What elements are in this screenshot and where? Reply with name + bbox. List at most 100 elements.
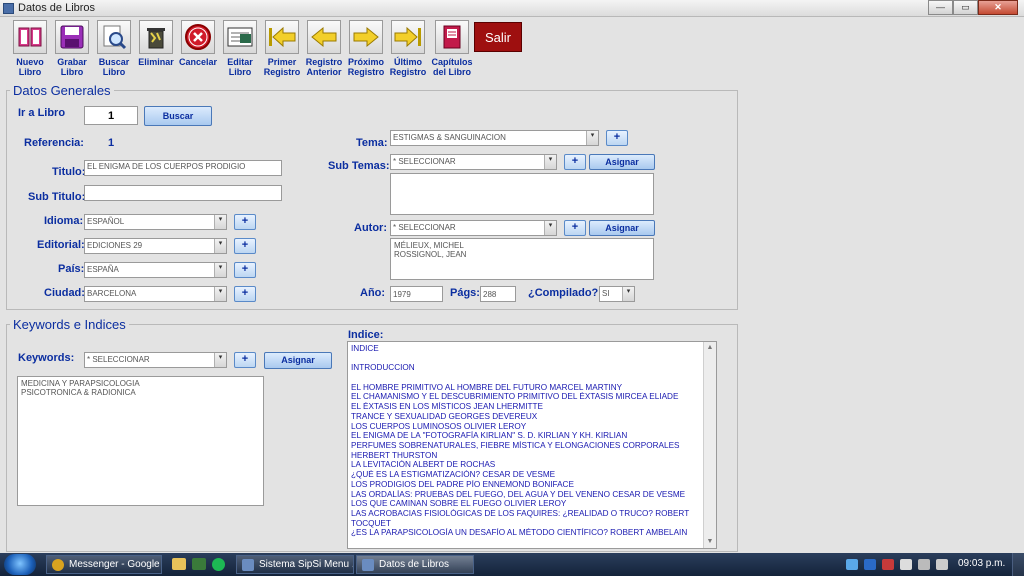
- add-publisher-button[interactable]: +: [234, 238, 256, 254]
- window-title-bar: Datos de Libros — ▭ ✕: [0, 0, 1024, 17]
- subtopics-select[interactable]: * SELECCIONAR ▾: [390, 154, 557, 170]
- spotify-icon[interactable]: [212, 558, 225, 571]
- author-select[interactable]: * SELECCIONAR ▾: [390, 220, 557, 236]
- author-value: * SELECCIONAR: [393, 223, 456, 232]
- subtitle-input[interactable]: [84, 185, 282, 201]
- language-label: Idioma:: [44, 215, 84, 227]
- first-record-label: Primer Registro: [263, 57, 301, 77]
- year-input[interactable]: 1979: [390, 286, 443, 302]
- save-book-button[interactable]: Grabar Libro: [52, 20, 92, 77]
- index-line: LOS PRODIGIOS DEL PADRE PÍO ENNEMOND BON…: [351, 479, 574, 489]
- next-record-label: Próximo Registro: [347, 57, 385, 77]
- search-button[interactable]: Buscar: [144, 106, 212, 126]
- search-magnifier-icon: [97, 20, 131, 54]
- taskbar-clock[interactable]: 09:03 p.m.: [958, 558, 1005, 569]
- keyword-item[interactable]: PSICOTRONICA & RADIONICA: [21, 388, 260, 397]
- folder-icon[interactable]: [172, 558, 186, 570]
- add-country-button[interactable]: +: [234, 262, 256, 278]
- task-sistema[interactable]: Sistema SipSi Menu ...: [236, 555, 354, 574]
- new-book-label: Nuevo Libro: [16, 57, 44, 77]
- index-textarea[interactable]: INDICE INTRODUCCION EL HOMBRE PRIMITIVO …: [347, 341, 717, 549]
- index-line: INDICE: [351, 344, 379, 353]
- title-input[interactable]: EL ENIGMA DE LOS CUERPOS PRODIGIO: [84, 160, 282, 176]
- new-book-icon: [13, 20, 47, 54]
- chevron-down-icon: ▾: [544, 221, 556, 235]
- minimize-button[interactable]: —: [928, 0, 953, 15]
- new-book-button[interactable]: Nuevo Libro: [10, 20, 50, 77]
- search-book-button[interactable]: Buscar Libro: [94, 20, 134, 77]
- maximize-button[interactable]: ▭: [953, 0, 978, 15]
- cancel-button[interactable]: Cancelar: [178, 20, 218, 67]
- network-icon[interactable]: [918, 559, 930, 570]
- add-topic-button[interactable]: +: [606, 130, 628, 146]
- window-app-icon: [362, 559, 374, 571]
- chapters-label: Capítulos del Libro: [431, 57, 473, 77]
- task-messenger[interactable]: Messenger - Google ...: [46, 555, 162, 574]
- add-subtopic-button[interactable]: +: [564, 154, 586, 170]
- task-datos-libros[interactable]: Datos de Libros: [356, 555, 474, 574]
- add-city-button[interactable]: +: [234, 286, 256, 302]
- task-messenger-label: Messenger - Google ...: [69, 559, 162, 570]
- flag-icon[interactable]: [900, 559, 912, 570]
- chapters-button[interactable]: Capítulos del Libro: [430, 20, 474, 77]
- index-scrollbar[interactable]: ▲ ▼: [703, 342, 716, 548]
- index-line: INTRODUCCION: [351, 363, 415, 373]
- search-book-label: Buscar Libro: [98, 57, 130, 77]
- add-language-button[interactable]: +: [234, 214, 256, 230]
- show-desktop-button[interactable]: [1012, 553, 1024, 576]
- topic-select[interactable]: ESTIGMAS & SANGUINACION ▾: [390, 130, 599, 146]
- tray-app-icon[interactable]: [846, 559, 858, 570]
- last-record-button[interactable]: Último Registro: [388, 20, 428, 77]
- exit-button[interactable]: Salir: [474, 22, 522, 52]
- antivirus-icon[interactable]: [882, 559, 894, 570]
- assign-subtopic-button[interactable]: Asignar: [589, 154, 655, 170]
- city-label: Ciudad:: [44, 287, 85, 299]
- keywords-group-title: Keywords e Indices: [10, 317, 129, 332]
- add-author-button[interactable]: +: [564, 220, 586, 236]
- keywords-list[interactable]: MEDICINA Y PARAPSICOLOGIA PSICOTRONICA &…: [17, 376, 264, 506]
- first-record-button[interactable]: Primer Registro: [262, 20, 302, 77]
- compiled-select[interactable]: SI ▾: [599, 286, 635, 302]
- city-select[interactable]: BARCELONA ▾: [84, 286, 227, 302]
- publisher-label: Editorial:: [37, 239, 85, 251]
- index-line: EL HOMBRE PRIMITIVO AL HOMBRE DEL FUTURO…: [351, 382, 623, 392]
- author-item[interactable]: ROSSIGNOL, JEAN: [394, 250, 650, 259]
- scroll-up-icon[interactable]: ▲: [704, 342, 716, 354]
- close-button[interactable]: ✕: [978, 0, 1018, 15]
- country-label: País:: [58, 263, 85, 275]
- app-icon[interactable]: [192, 558, 206, 570]
- subtopics-list[interactable]: [390, 173, 654, 215]
- reference-label: Referencia:: [24, 137, 84, 149]
- scroll-down-icon[interactable]: ▼: [704, 536, 716, 548]
- assign-author-button[interactable]: Asignar: [589, 220, 655, 236]
- pages-input[interactable]: 288: [480, 286, 516, 302]
- add-keyword-button[interactable]: +: [234, 352, 256, 368]
- author-label: Autor:: [354, 222, 387, 234]
- start-button[interactable]: [4, 554, 36, 575]
- language-select[interactable]: ESPAÑOL ▾: [84, 214, 227, 230]
- messenger-tray-icon[interactable]: [864, 559, 876, 570]
- first-record-arrow-icon: [265, 20, 299, 54]
- edit-book-icon: [223, 20, 257, 54]
- publisher-select[interactable]: EDICIONES 29 ▾: [84, 238, 227, 254]
- authors-list[interactable]: MÉLIEUX, MICHEL ROSSIGNOL, JEAN: [390, 238, 654, 280]
- go-to-book-input[interactable]: 1: [84, 106, 138, 125]
- assign-keyword-button[interactable]: Asignar: [264, 352, 332, 369]
- country-select[interactable]: ESPAÑA ▾: [84, 262, 227, 278]
- keyword-item[interactable]: MEDICINA Y PARAPSICOLOGIA: [21, 379, 260, 388]
- index-line: HERBERT THURSTON: [351, 450, 438, 460]
- subtopics-label: Sub Temas:: [328, 160, 390, 172]
- edit-book-button[interactable]: Editar Libro: [220, 20, 260, 77]
- edit-book-label: Editar Libro: [227, 57, 253, 77]
- previous-record-button[interactable]: Registro Anterior: [304, 20, 344, 77]
- window-title: Datos de Libros: [18, 2, 96, 14]
- keywords-select[interactable]: * SELECCIONAR ▾: [84, 352, 227, 368]
- index-line: ¿ES LA PARAPSICOLOGÍA UN DESAFÍO AL MÉTO…: [351, 528, 688, 538]
- delete-button[interactable]: Eliminar: [136, 20, 176, 67]
- volume-icon[interactable]: [936, 559, 948, 570]
- author-item[interactable]: MÉLIEUX, MICHEL: [394, 241, 650, 250]
- save-book-label: Grabar Libro: [57, 57, 87, 77]
- next-record-button[interactable]: Próximo Registro: [346, 20, 386, 77]
- window-app-icon: [242, 559, 254, 571]
- topic-value: ESTIGMAS & SANGUINACION: [393, 133, 506, 142]
